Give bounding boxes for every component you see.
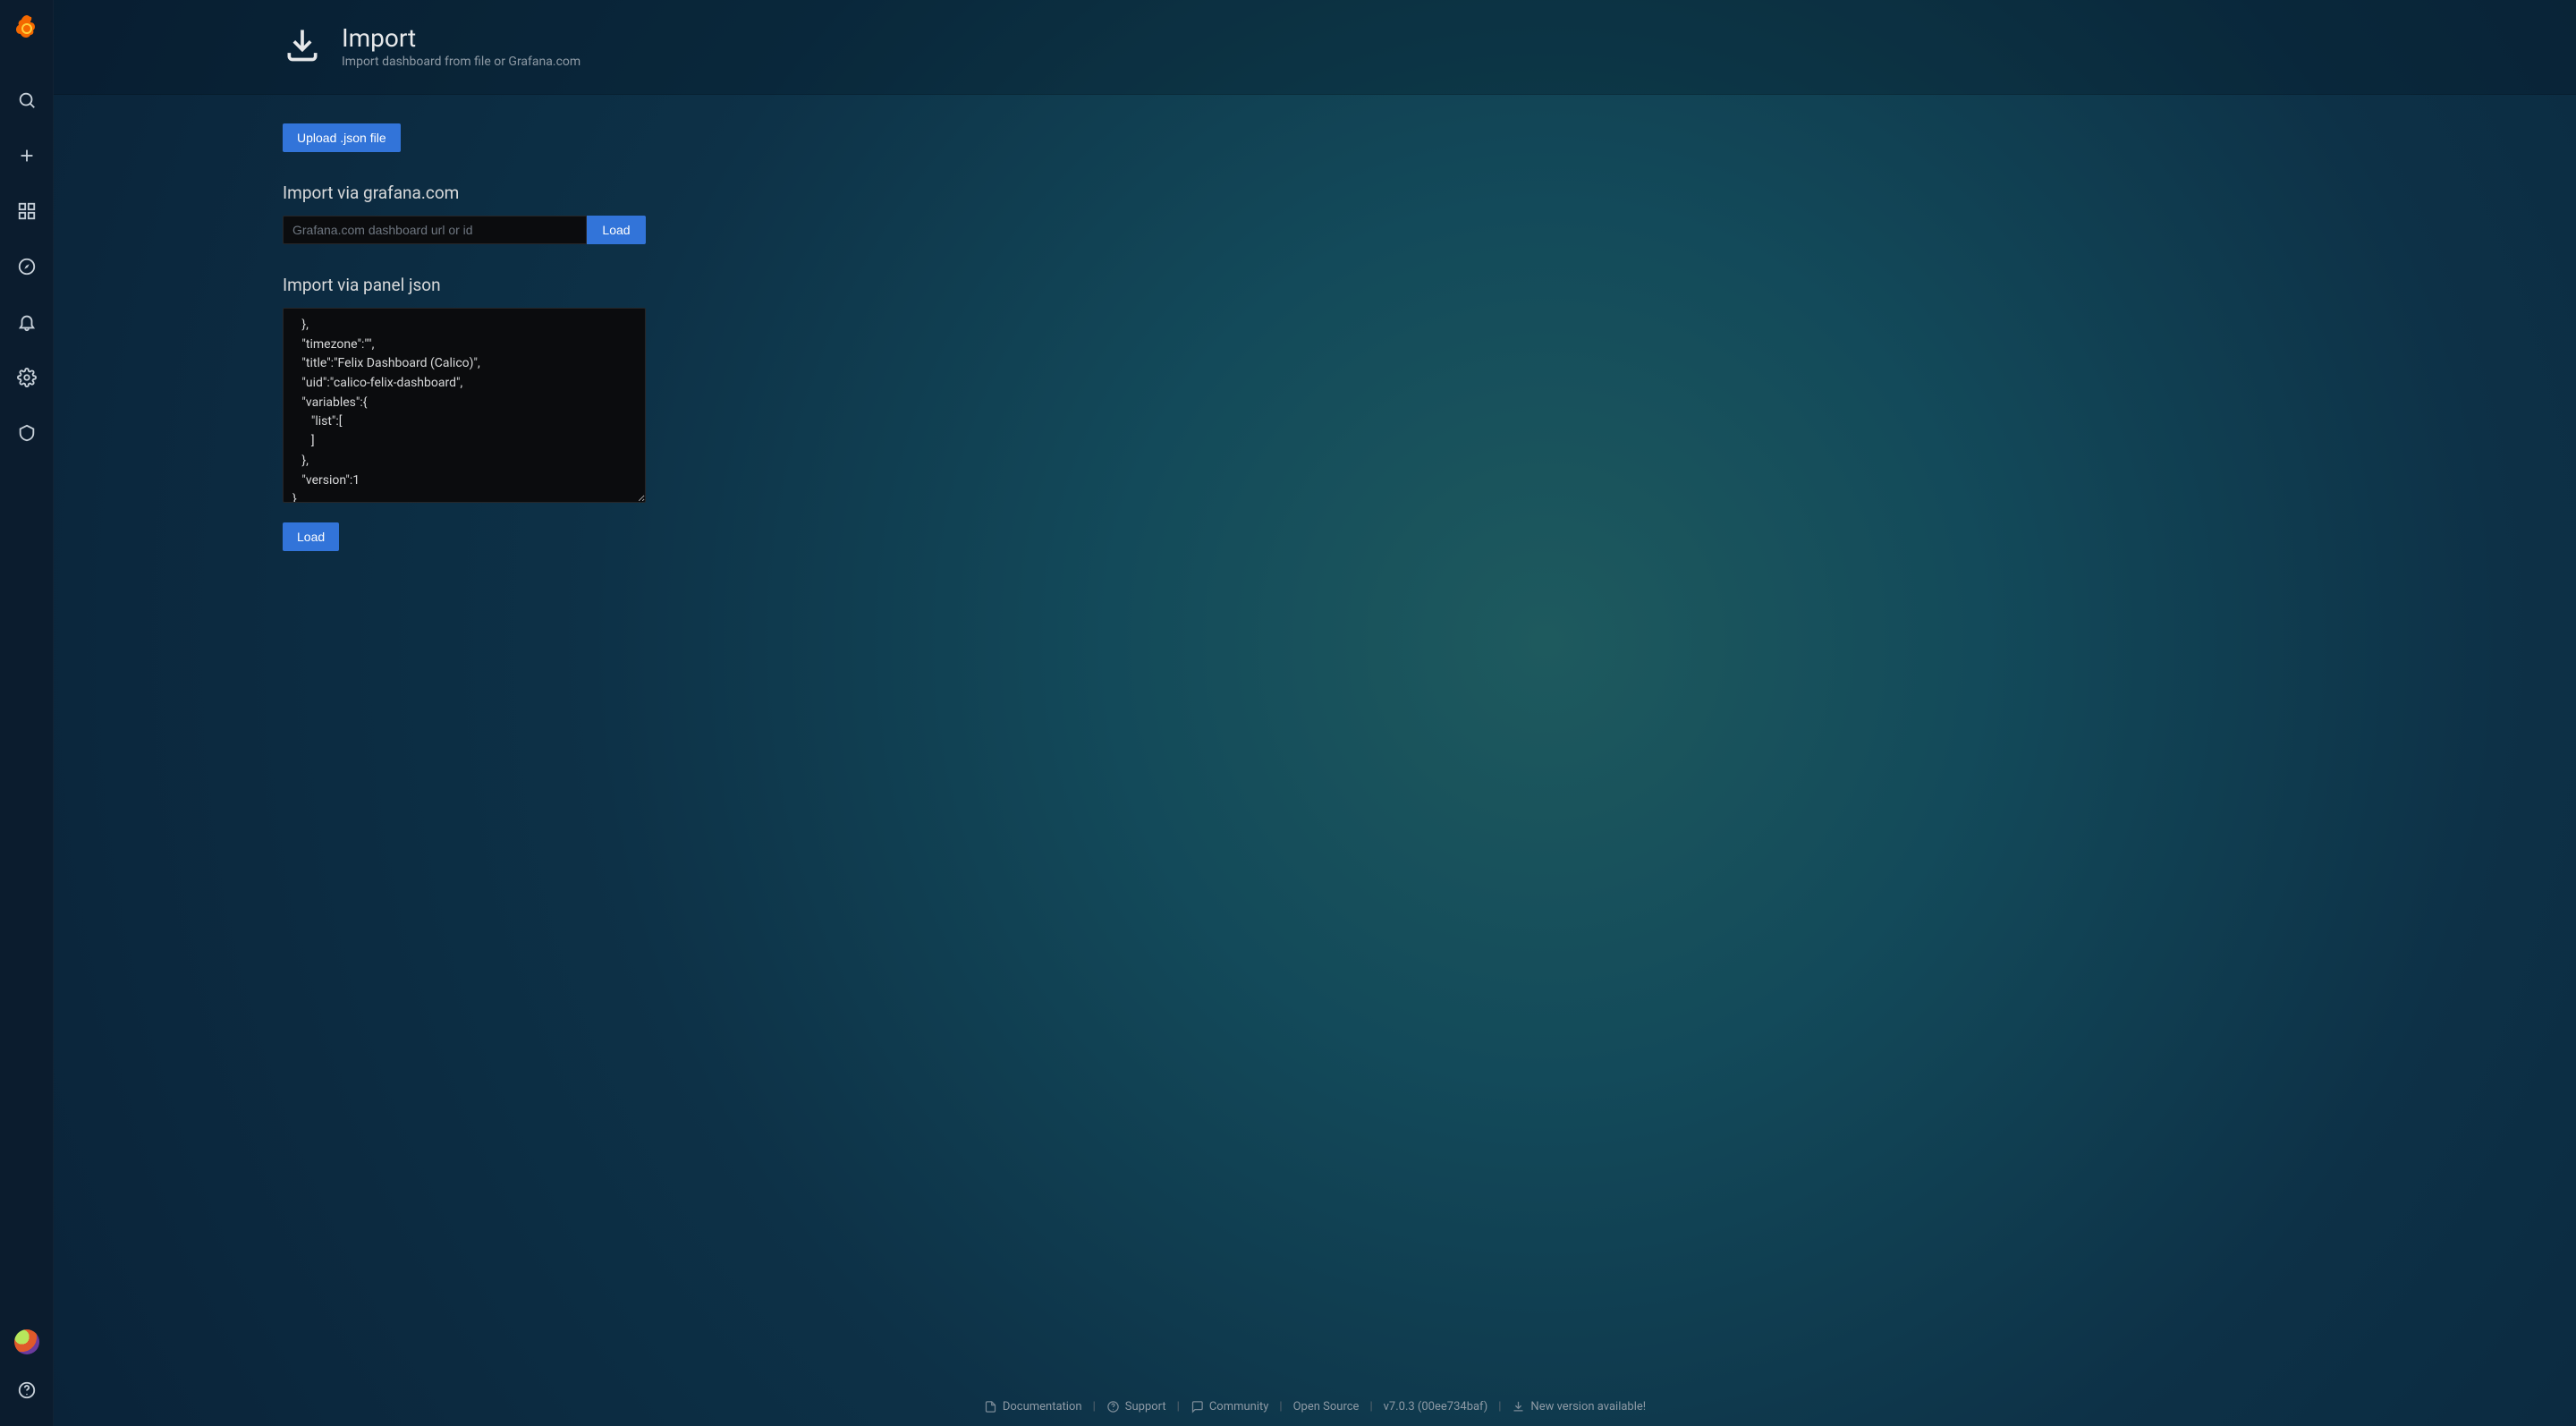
upload-json-button[interactable]: Upload .json file	[283, 123, 401, 152]
import-icon	[283, 25, 322, 68]
grafana-logo[interactable]	[12, 13, 42, 43]
panel-json-textarea[interactable]	[283, 308, 646, 503]
footer-new-version-label: New version available!	[1530, 1400, 1646, 1413]
footer-open-source-label: Open Source	[1293, 1400, 1360, 1413]
sidebar-item-server-admin[interactable]	[9, 415, 45, 451]
footer-documentation[interactable]: Documentation	[984, 1400, 1082, 1413]
footer-documentation-label: Documentation	[1003, 1400, 1082, 1413]
footer: Documentation | Support | Community | Op…	[54, 1400, 2576, 1413]
sidebar	[0, 0, 54, 1426]
import-grafana-heading: Import via grafana.com	[283, 182, 1088, 203]
panel-json-load-button[interactable]: Load	[283, 522, 339, 551]
page-subtitle: Import dashboard from file or Grafana.co…	[342, 55, 580, 69]
page-header: Import Import dashboard from file or Gra…	[54, 0, 2576, 95]
sidebar-item-explore[interactable]	[9, 249, 45, 284]
footer-version-label: v7.0.3 (00ee734baf)	[1384, 1400, 1488, 1413]
import-panel-json-heading: Import via panel json	[283, 275, 1088, 295]
footer-version[interactable]: v7.0.3 (00ee734baf)	[1384, 1400, 1488, 1413]
footer-support-label: Support	[1125, 1400, 1166, 1413]
grafana-url-input[interactable]	[283, 216, 587, 244]
sidebar-item-configuration[interactable]	[9, 360, 45, 395]
sidebar-item-create[interactable]	[9, 138, 45, 174]
avatar[interactable]	[14, 1329, 39, 1354]
footer-open-source[interactable]: Open Source	[1293, 1400, 1360, 1413]
main: Import Import dashboard from file or Gra…	[54, 0, 2576, 1426]
sidebar-item-search[interactable]	[9, 82, 45, 118]
sidebar-item-alerting[interactable]	[9, 304, 45, 340]
footer-community-label: Community	[1209, 1400, 1269, 1413]
footer-new-version[interactable]: New version available!	[1512, 1400, 1646, 1413]
footer-community[interactable]: Community	[1191, 1400, 1269, 1413]
sidebar-item-help[interactable]	[9, 1372, 45, 1408]
grafana-load-button[interactable]: Load	[587, 216, 646, 244]
sidebar-item-dashboards[interactable]	[9, 193, 45, 229]
footer-support[interactable]: Support	[1106, 1400, 1166, 1413]
page-title: Import	[342, 23, 580, 53]
